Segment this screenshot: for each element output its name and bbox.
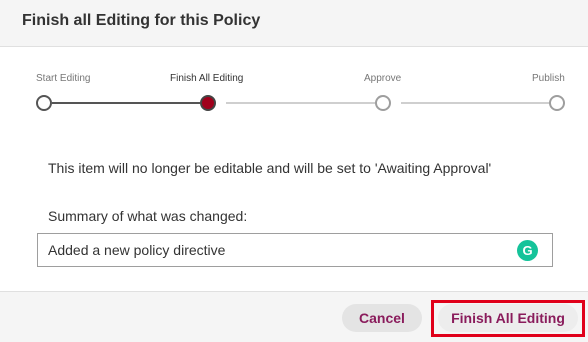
finish-editing-dialog: Finish all Editing for this Policy Start… [0, 0, 588, 342]
step-label-start-editing: Start Editing [36, 73, 91, 84]
dialog-footer: Cancel Finish All Editing [0, 291, 588, 342]
cancel-button[interactable]: Cancel [342, 304, 422, 332]
summary-input[interactable] [37, 233, 553, 267]
summary-label: Summary of what was changed: [48, 208, 248, 224]
step-connector-3 [401, 102, 565, 104]
step-label-publish: Publish [532, 73, 565, 84]
step-node-publish [549, 95, 565, 111]
step-node-approve [375, 95, 391, 111]
grammarly-icon[interactable]: G [517, 240, 538, 261]
step-connector-1 [52, 102, 200, 104]
dialog-body: Start Editing Finish All Editing Approve… [0, 48, 588, 291]
dialog-title: Finish all Editing for this Policy [22, 12, 261, 29]
step-node-start-editing [36, 95, 52, 111]
step-node-finish-all-editing [200, 95, 216, 111]
dialog-header: Finish all Editing for this Policy [0, 0, 588, 47]
workflow-stepper: Start Editing Finish All Editing Approve… [0, 48, 588, 128]
step-label-approve: Approve [364, 73, 402, 84]
step-connector-2 [226, 102, 375, 104]
finish-all-editing-button[interactable]: Finish All Editing [438, 304, 578, 332]
status-message: This item will no longer be editable and… [48, 160, 492, 176]
step-label-finish-all-editing: Finish All Editing [170, 73, 244, 84]
